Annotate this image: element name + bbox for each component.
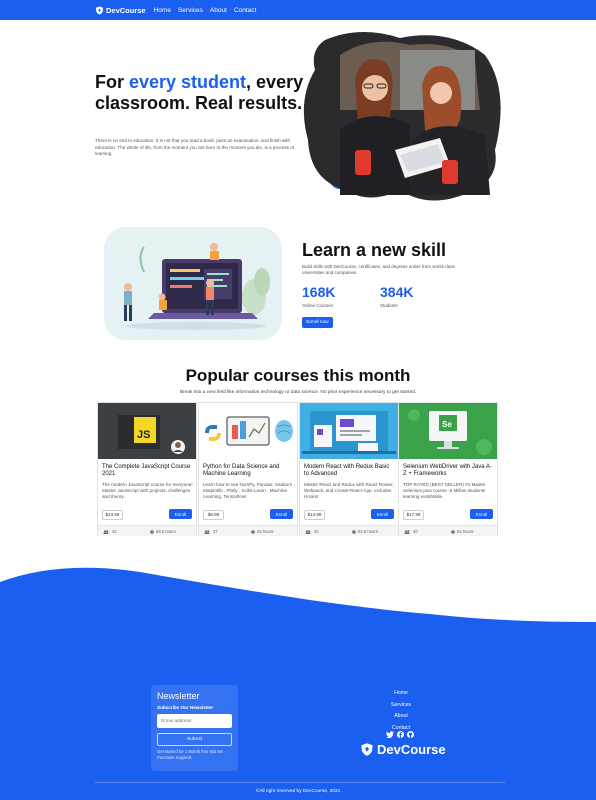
svg-text:JS: JS — [137, 429, 150, 441]
course-price: $9.99 — [203, 510, 224, 520]
students-count: 37 — [204, 529, 218, 534]
brand-name: DevCourse — [106, 5, 146, 15]
clock-icon — [352, 529, 356, 534]
twitter-icon[interactable] — [386, 731, 394, 738]
stat-students: 384K Students — [380, 284, 413, 308]
course-description: Learn how to use NumPy, Pandas, Seaborn … — [203, 482, 295, 500]
brand-logo[interactable]: DevCourse — [95, 6, 146, 15]
stat-value: 384K — [380, 284, 414, 300]
nav-link-contact[interactable]: Contact — [234, 7, 256, 14]
enroll-button[interactable]: Enroll — [371, 509, 394, 519]
course-price: $13.99 — [102, 510, 123, 520]
hero-paragraph: There is no end to education. It is not … — [95, 138, 295, 156]
footer-divider — [95, 782, 505, 783]
stat-value: 168K — [302, 284, 336, 300]
hours-value: 52.5 hours — [358, 529, 378, 534]
enroll-button[interactable]: Enroll — [270, 509, 293, 519]
users-icon — [204, 529, 210, 534]
stat-label: Online Courses — [302, 303, 334, 308]
nav-link-services[interactable]: Services — [178, 7, 203, 14]
course-duration: 54 hours — [451, 529, 473, 534]
popular-courses-title: Popular courses this month — [185, 366, 411, 385]
course-description: TOP RATED (BEST SELLER) #1 Master Seleni… — [403, 482, 486, 500]
newsletter-subtitle: Subscribe Our Newsletter — [157, 705, 214, 710]
shield-logo-icon — [361, 743, 373, 756]
social-links — [386, 731, 414, 738]
footer-brand[interactable]: DevCourse — [360, 742, 446, 757]
hero-title-pre: For — [95, 72, 129, 92]
stat-online-courses: 168K Online Courses — [302, 284, 335, 308]
skill-title: Learn a new skill — [302, 240, 447, 260]
course-title[interactable]: Modern React with Redux Basic to Advance… — [304, 464, 396, 479]
footer-brand-name: DevCourse — [377, 742, 446, 757]
newsletter-title: Newsletter — [157, 691, 200, 701]
newsletter-note: Get started for 1 Month free trial No Pu… — [157, 749, 223, 760]
hero-title: For every student, every classroom. Real… — [95, 72, 310, 114]
enroll-button[interactable]: Enroll — [169, 509, 192, 519]
footer-link-home[interactable]: Home — [371, 688, 431, 700]
course-card-selenium[interactable]: Se Selenium WebDriver with Java A-Z + Fr… — [398, 402, 498, 536]
newsletter-email-input[interactable] — [157, 714, 232, 728]
course-duration: 68.5 hours — [150, 529, 176, 534]
course-footer: 37 25 hours — [199, 525, 297, 536]
course-duration: 52.5 hours — [352, 529, 378, 534]
top-navbar: DevCourse Home Services About Contact — [0, 0, 596, 20]
students-value: 40 — [413, 529, 418, 534]
course-price: $17.99 — [403, 510, 424, 520]
students-value: 37 — [213, 529, 218, 534]
course-footer: 32 52.5 hours — [300, 525, 398, 536]
users-icon — [103, 529, 109, 534]
course-description: The modern JavaScript course for everyon… — [102, 482, 193, 500]
students-value: 32 — [112, 529, 117, 534]
stat-label: Students — [380, 303, 398, 308]
students-count: 32 — [103, 529, 117, 534]
course-footer: 40 54 hours — [399, 525, 497, 536]
course-duration: 25 hours — [251, 529, 273, 534]
students-value: 32 — [314, 529, 319, 534]
enroll-now-button[interactable]: Enroll now — [302, 317, 333, 328]
hours-value: 68.5 hours — [156, 529, 176, 534]
enroll-button[interactable]: Enroll — [470, 509, 493, 519]
nav-link-about[interactable]: About — [210, 7, 227, 14]
nav-link-home[interactable]: Home — [154, 7, 171, 14]
github-icon[interactable] — [407, 731, 414, 738]
course-card-react[interactable]: Modern React with Redux Basic to Advance… — [299, 402, 399, 536]
course-thumbnail-selenium: Se — [399, 403, 497, 459]
copyright-text: ©All right reserved by DevCourse, 2021 — [255, 789, 341, 794]
hours-value: 25 hours — [257, 529, 274, 534]
course-price: $14.99 — [304, 510, 325, 520]
course-footer: 32 68.5 hours — [98, 525, 196, 536]
svg-text:Se: Se — [442, 420, 452, 429]
facebook-icon[interactable] — [397, 731, 404, 738]
newsletter-submit-button[interactable]: Submit — [157, 733, 232, 746]
skill-paragraph: Build skills with DevCourse, certificate… — [302, 264, 455, 276]
clock-icon — [451, 529, 455, 534]
users-icon — [305, 529, 311, 534]
footer-link-about[interactable]: About — [371, 711, 431, 723]
course-description: Master React and Redux with React Router… — [304, 482, 394, 500]
hero-students-image — [300, 30, 505, 210]
course-card-python[interactable]: Python for Data Science and Machine Lear… — [198, 402, 298, 536]
newsletter-box: Newsletter Subscribe Our Newsletter Subm… — [151, 685, 238, 771]
skill-illustration — [104, 227, 282, 345]
course-card-javascript[interactable]: JS The Complete JavaScript Course 2021 T… — [97, 402, 197, 536]
shield-logo-icon — [95, 5, 104, 15]
hero-title-accent: every student — [129, 72, 247, 92]
users-icon — [404, 529, 410, 534]
course-title[interactable]: Python for Data Science and Machine Lear… — [203, 464, 295, 479]
footer-background — [0, 560, 596, 800]
hours-value: 54 hours — [457, 529, 474, 534]
footer-link-services[interactable]: Services — [371, 700, 431, 712]
popular-courses-subtitle: Break into a new field like information … — [179, 390, 417, 395]
course-title[interactable]: Selenium WebDriver with Java A-Z + Frame… — [403, 464, 495, 479]
students-count: 40 — [404, 529, 418, 534]
course-thumbnail-python — [199, 403, 297, 459]
clock-icon — [251, 529, 255, 534]
students-count: 32 — [305, 529, 319, 534]
clock-icon — [150, 529, 154, 534]
course-title[interactable]: The Complete JavaScript Course 2021 — [102, 464, 194, 479]
footer-links: Home Services About Contact — [371, 688, 431, 734]
course-thumbnail-javascript: JS — [98, 403, 196, 459]
course-thumbnail-react — [300, 403, 398, 459]
